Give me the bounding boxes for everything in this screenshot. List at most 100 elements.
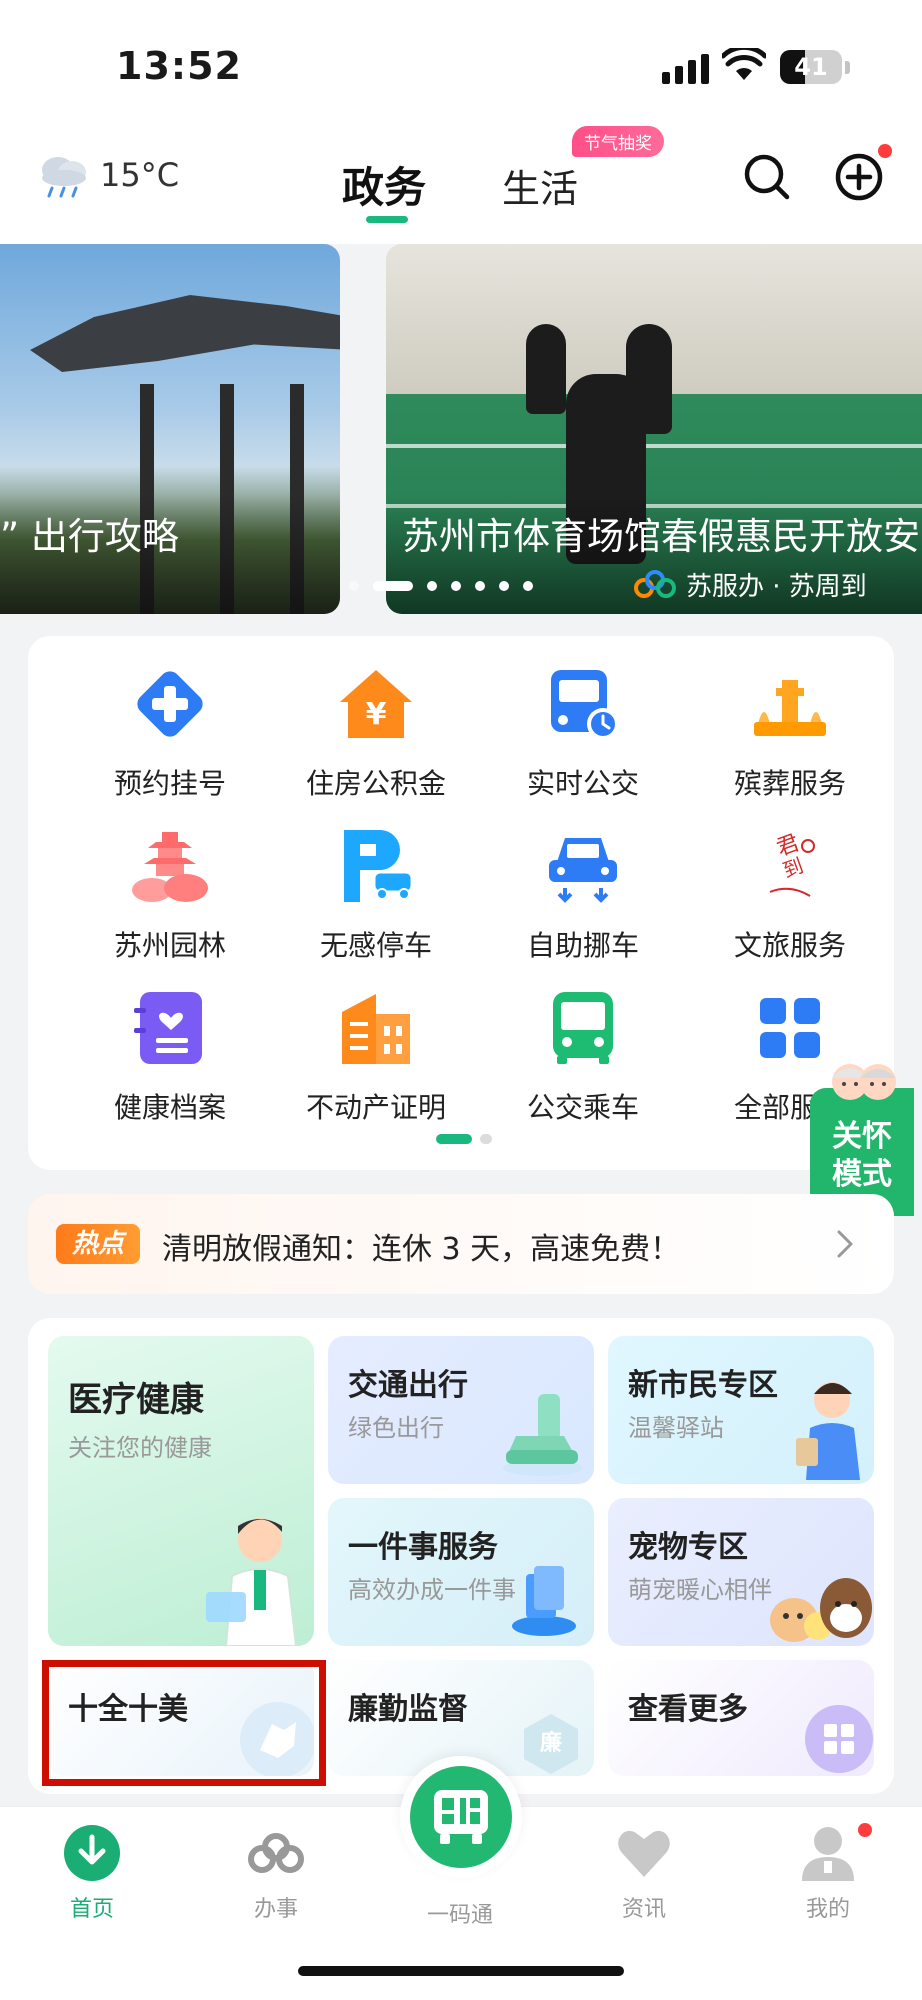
add-circle-icon[interactable] — [834, 152, 884, 202]
service-realtime-bus[interactable]: 实时公交 — [480, 646, 686, 800]
banner-source: 苏服办 · 苏周到 — [632, 566, 867, 603]
topic-title: 宠物专区 — [628, 1530, 748, 1565]
care-mode-line1: 关怀 — [832, 1119, 892, 1154]
culture-travel-icon: 君 到 — [769, 831, 815, 897]
cellular-signal-icon — [662, 54, 709, 84]
banner-caption: 苏州市体育场馆春假惠民开放安 — [402, 515, 920, 558]
service-property-cert[interactable]: 不动产证明 — [273, 970, 479, 1124]
service-culture-travel[interactable]: 君 到 文旅服务 — [687, 808, 893, 962]
care-mode-line2: 模式 — [832, 1157, 892, 1192]
status-bar: 13:52 41 — [0, 0, 922, 120]
tab-news[interactable]: 资讯 — [584, 1823, 704, 1923]
promo-badge[interactable]: 节气抽奖 — [572, 126, 664, 157]
tab-label: 一码通 — [426, 1903, 493, 1928]
battery-cap — [845, 61, 850, 74]
tab-life[interactable]: 生活 — [502, 158, 578, 213]
service-label: 不动产证明 — [305, 1091, 446, 1124]
banner-brand-text: 苏服办 · 苏周到 — [686, 572, 867, 602]
weather-widget[interactable]: 15°C — [36, 150, 179, 200]
service-health-record[interactable]: 健康档案 — [67, 970, 273, 1124]
tab-label: 首页 — [69, 1897, 114, 1922]
top-header: 15°C 政务 生活 节气抽奖 — [0, 120, 922, 244]
tab-services[interactable]: 办事 — [216, 1823, 336, 1923]
service-label: 自助挪车 — [526, 929, 639, 962]
search-icon[interactable] — [742, 152, 792, 202]
tab-home[interactable]: 首页 — [32, 1823, 152, 1923]
banner-dot — [523, 581, 533, 591]
topic-title: 廉勤监督 — [348, 1692, 468, 1727]
notification-dot — [878, 144, 892, 158]
pets-illustration — [770, 1578, 872, 1642]
tab-one-code[interactable]: 一码通 — [400, 1897, 520, 1929]
doctor-illustration — [206, 1518, 298, 1646]
topic-medical-health[interactable]: 医疗健康 关注您的健康 — [48, 1336, 314, 1646]
topic-pets[interactable]: 宠物专区 萌宠暖心相伴 — [608, 1498, 874, 1646]
status-time: 13:52 — [116, 44, 242, 88]
tab-label: 办事 — [253, 1897, 298, 1922]
topic-more[interactable]: 查看更多 — [608, 1660, 874, 1776]
banner-dot — [451, 581, 461, 591]
service-logo-icon — [248, 1833, 304, 1873]
tab-label: 资讯 — [621, 1897, 666, 1922]
pagoda-icon — [132, 832, 208, 902]
service-gardens[interactable]: 苏州园林 — [67, 808, 273, 962]
battery-icon: 41 — [780, 50, 842, 84]
building-icon — [342, 994, 410, 1064]
memorial-icon — [754, 680, 826, 736]
more-grid-icon — [805, 1705, 873, 1773]
service-appointment[interactable]: 预约挂号 — [67, 646, 273, 800]
home-indicator — [298, 1966, 624, 1976]
chevron-right-icon — [837, 1230, 853, 1258]
tab-government[interactable]: 政务 — [342, 154, 426, 215]
document-stack-illustration — [512, 1566, 576, 1636]
heart-icon — [618, 1830, 670, 1877]
topic-one-thing-service[interactable]: 一件事服务 高效办成一件事 — [328, 1498, 594, 1646]
service-parking[interactable]: 无感停车 — [273, 808, 479, 962]
home-download-icon — [64, 1825, 120, 1881]
court-line — [386, 444, 922, 448]
topic-title: 交通出行 — [348, 1368, 468, 1403]
banner-dot — [373, 581, 413, 591]
one-code-button[interactable] — [400, 1756, 522, 1878]
service-move-car[interactable]: 自助挪车 — [480, 808, 686, 962]
battery-level: 41 — [794, 53, 828, 81]
qr-bus-icon — [434, 1790, 488, 1844]
service-label: 住房公积金 — [305, 767, 446, 800]
topic-new-citizen[interactable]: 新市民专区 温馨驿站 — [608, 1336, 874, 1484]
house-yuan-icon: ¥ — [340, 670, 412, 738]
service-page-dot — [436, 1134, 472, 1144]
service-label: 实时公交 — [526, 767, 639, 800]
grid-icon — [760, 998, 820, 1058]
elderly-couple-icon — [832, 1064, 896, 1100]
topic-subtitle: 关注您的健康 — [68, 1434, 212, 1462]
svg-text:到: 到 — [780, 853, 807, 882]
service-grid: 预约挂号 ¥ 住房公积金 实时公交 殡葬服务 苏州园林 无感停车 自助挪车 君 … — [28, 636, 894, 1170]
banner-slide-current[interactable]: 苏州市体育场馆春假惠民开放安 — [386, 244, 922, 614]
car-move-icon — [549, 838, 617, 903]
bus-clock-icon — [551, 670, 619, 740]
active-tab-indicator — [366, 216, 408, 223]
banner-dot — [499, 581, 509, 591]
banner-slide-prev[interactable]: ” 出行攻略 — [0, 244, 340, 614]
service-label: 文旅服务 — [733, 929, 846, 962]
topic-traffic[interactable]: 交通出行 绿色出行 — [328, 1336, 594, 1484]
service-page-dot — [480, 1134, 492, 1144]
topic-subtitle: 绿色出行 — [348, 1414, 444, 1442]
service-funeral[interactable]: 殡葬服务 — [687, 646, 893, 800]
banner-pagination — [349, 581, 533, 591]
profile-notification-dot — [858, 1823, 872, 1837]
hot-notice-bar[interactable]: 热点 清明放假通知：连休 3 天，高速免费！ — [28, 1194, 894, 1294]
banner-dot — [427, 581, 437, 591]
topic-subtitle: 高效办成一件事 — [348, 1576, 516, 1604]
player-figure — [526, 324, 566, 414]
banner-dot — [349, 581, 359, 591]
svg-text:¥: ¥ — [366, 697, 387, 732]
service-housing-fund[interactable]: ¥ 住房公积金 — [273, 646, 479, 800]
service-bus-ride[interactable]: 公交乘车 — [480, 970, 686, 1124]
wifi-icon — [722, 48, 766, 80]
shield-icon: 廉 — [524, 1714, 578, 1774]
notice-text: 清明放假通知：连休 3 天，高速免费！ — [162, 1232, 681, 1267]
tab-profile[interactable]: 我的 — [768, 1823, 888, 1923]
service-label: 公交乘车 — [526, 1091, 639, 1124]
hospital-cross-icon — [137, 671, 203, 737]
